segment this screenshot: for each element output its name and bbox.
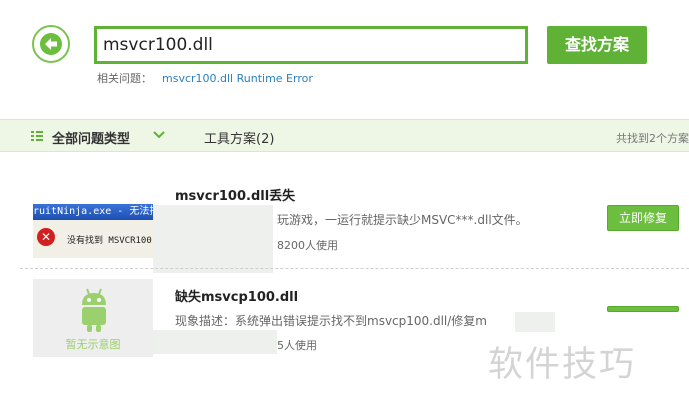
thumbnail-window-title: ruitNinja.exe - 无法找到 <box>33 204 153 220</box>
result-divider <box>20 268 689 269</box>
chevron-down-icon[interactable] <box>153 130 165 140</box>
back-arrow-icon <box>40 33 62 55</box>
result-users: 5人使用 <box>277 339 317 352</box>
search-input[interactable] <box>94 26 528 64</box>
no-image-label: 暂无示意图 <box>65 338 121 351</box>
fix-now-button[interactable]: 立即修复 <box>607 205 679 231</box>
watermark: 软件技巧 <box>488 345 637 385</box>
back-button[interactable] <box>32 25 70 63</box>
result-thumbnail[interactable]: 暂无示意图 <box>33 279 153 357</box>
blurred-region <box>153 205 273 273</box>
android-robot-icon <box>82 288 106 332</box>
result-title[interactable]: 缺失msvcp100.dll <box>175 286 298 305</box>
related-label: 相关问题： <box>97 72 152 85</box>
result-description: 现象描述：系统弹出错误提示找不到msvcp100.dll/修复m <box>175 314 487 328</box>
error-icon: ✕ <box>37 228 55 246</box>
list-icon <box>31 131 43 141</box>
search-button[interactable]: 查找方案 <box>547 26 647 64</box>
filter-bar: 全部问题类型 工具方案(2) 共找到2个方案 <box>0 119 689 152</box>
fix-now-button[interactable] <box>607 306 679 312</box>
result-description: 玩游戏，一运行就提示缺少MSVC***.dll文件。 <box>277 213 528 227</box>
tab-all-types[interactable]: 全部问题类型 <box>52 128 130 147</box>
tab-tool-solutions[interactable]: 工具方案(2) <box>204 128 274 147</box>
thumbnail-message: 没有找到 MSVCR100.dll <box>67 236 153 246</box>
related-questions: 相关问题： msvcr100.dll Runtime Error <box>97 70 313 86</box>
result-count: 共找到2个方案 <box>616 132 689 145</box>
result-thumbnail[interactable]: ruitNinja.exe - 无法找到 ✕ 没有找到 MSVCR100.dll <box>33 204 153 258</box>
result-title[interactable]: msvcr100.dll丢失 <box>175 185 295 204</box>
blurred-region <box>153 330 277 354</box>
blurred-region <box>515 312 555 332</box>
result-users: 8200人使用 <box>277 239 338 252</box>
related-link[interactable]: msvcr100.dll Runtime Error <box>162 72 313 85</box>
